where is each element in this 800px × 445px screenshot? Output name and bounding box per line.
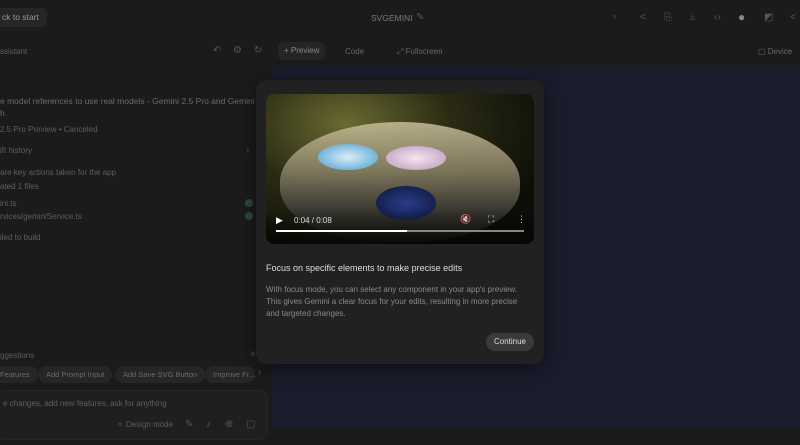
history-toggle[interactable]: ift history: [0, 146, 32, 155]
suggestions-title: ggestions: [0, 351, 35, 360]
mute-icon[interactable]: 🔇: [460, 214, 471, 225]
refresh-icon[interactable]: ↻: [254, 45, 262, 56]
suggestion-chip[interactable]: Improve Fr...: [205, 366, 255, 383]
file-item[interactable]: rvices/geminiService.ts: [0, 212, 82, 221]
suggestion-chip[interactable]: Add Save SVG Button: [115, 366, 206, 383]
tutorial-video[interactable]: ▶ 0:04 / 0:08 🔇 ⛶ ⋮: [266, 94, 534, 244]
app-title: SVGEMINI: [371, 13, 413, 23]
video-progress-bar[interactable]: [276, 230, 524, 232]
back-to-start-button[interactable]: ck to start: [0, 8, 47, 27]
tab-preview[interactable]: + Preview: [278, 42, 326, 60]
suggestion-chip[interactable]: Add Prompt Input: [38, 366, 113, 383]
design-mode-button[interactable]: ✧ Design mode: [117, 420, 173, 429]
edit-title-icon[interactable]: ✎: [416, 12, 424, 23]
chevron-right-icon[interactable]: ›: [258, 367, 261, 378]
play-icon[interactable]: ▶: [276, 215, 283, 226]
video-frame-detail: [386, 146, 446, 170]
file-item[interactable]: ini.ts: [0, 199, 16, 208]
assistant-subtitle: ssistant: [0, 47, 28, 56]
tab-fullscreen[interactable]: ⤢ Fullscreen: [397, 47, 443, 57]
build-status: iled to build: [0, 233, 41, 242]
rocket-icon[interactable]: ◩: [764, 12, 773, 23]
files-count: ated 1 files: [0, 182, 39, 191]
video-controls: ▶ 0:04 / 0:08 🔇 ⛶ ⋮: [266, 210, 534, 244]
dialog-body: With focus mode, you can select any comp…: [266, 285, 518, 318]
attach-icon[interactable]: ⊕: [225, 419, 233, 430]
design-mode-label: Design mode: [125, 420, 174, 429]
github-icon[interactable]: ●: [738, 10, 745, 24]
chat-message: e model references to use real models - …: [0, 96, 255, 118]
send-icon[interactable]: ▢: [246, 419, 255, 430]
close-icon[interactable]: ×: [250, 349, 256, 360]
prompt-placeholder: e changes, add new features, ask for any…: [3, 399, 167, 408]
code-icon[interactable]: ‹›: [714, 12, 721, 23]
check-icon: [245, 199, 253, 207]
more-icon[interactable]: ⋮: [517, 214, 526, 225]
undo-icon[interactable]: ↶: [213, 45, 221, 56]
upload-icon[interactable]: ▵: [690, 12, 695, 23]
continue-button[interactable]: Continue: [485, 333, 534, 351]
tab-code[interactable]: Code: [345, 47, 364, 56]
chevron-right-icon[interactable]: ›: [246, 145, 249, 156]
share-icon[interactable]: <: [640, 12, 646, 23]
focus-mode-dialog: ▶ 0:04 / 0:08 🔇 ⛶ ⋮ Focus on specific el…: [256, 80, 544, 364]
suggestion-chip[interactable]: Features: [0, 366, 38, 383]
settings-icon[interactable]: ⚙: [233, 45, 242, 56]
copy-icon[interactable]: ⎘: [664, 12, 672, 23]
mic-icon[interactable]: ♪: [206, 419, 211, 430]
edit-icon[interactable]: ✎: [185, 419, 193, 430]
fullscreen-icon[interactable]: ⛶: [488, 214, 494, 225]
prompt-input[interactable]: e changes, add new features, ask for any…: [0, 390, 268, 440]
device-label: Device: [767, 47, 793, 56]
share-alt-icon[interactable]: <: [790, 12, 796, 23]
monitor-icon[interactable]: ▫: [613, 12, 617, 23]
tab-label: Preview: [290, 46, 320, 55]
tab-label: Fullscreen: [405, 47, 443, 56]
dialog-title: Focus on specific elements to make preci…: [266, 263, 463, 273]
message-meta: 2.5 Pro Preview • Canceled: [0, 125, 98, 134]
video-frame-detail: [318, 144, 378, 170]
check-icon: [245, 212, 253, 220]
video-time: 0:04 / 0:08: [294, 216, 332, 225]
summary-text: are key actions taken for the app: [0, 168, 117, 177]
device-button[interactable]: ▢ Device: [758, 47, 792, 56]
